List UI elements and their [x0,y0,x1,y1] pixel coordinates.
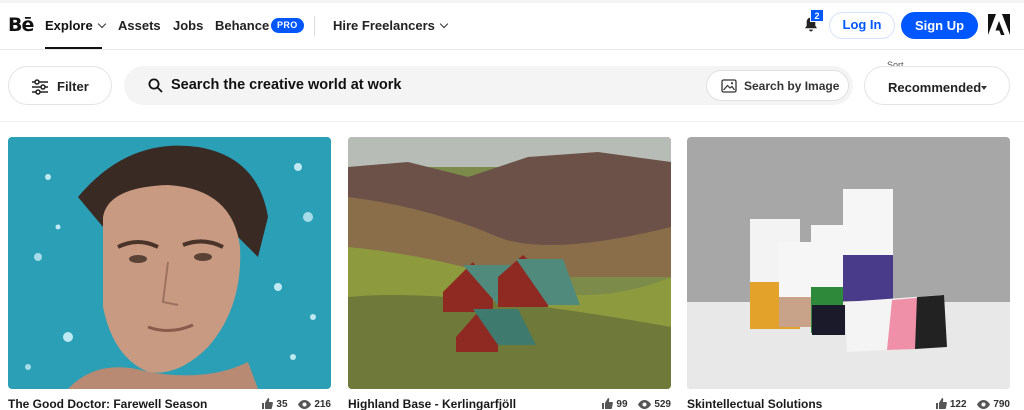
project-card[interactable]: The Good Doctor: Farewell Season 35 216 [8,137,331,410]
nav-assets[interactable]: Assets [118,18,161,34]
project-stats: 122 790 [927,398,1010,410]
project-title[interactable]: Skintellectual Solutions [687,397,822,410]
notification-count-badge[interactable]: 2 [810,9,824,22]
mosaic-portrait-image [8,137,331,389]
project-card[interactable]: Skintellectual Solutions 122 790 [687,137,1010,410]
nav-explore[interactable]: Explore [45,18,106,34]
search-by-image-button[interactable]: Search by Image [706,70,849,101]
nav-jobs[interactable]: Jobs [173,18,203,34]
project-thumbnail[interactable] [8,137,331,389]
project-thumbnail[interactable] [348,137,671,389]
login-button[interactable]: Log In [829,12,895,39]
adobe-logo[interactable] [988,14,1010,35]
eye-icon [638,400,652,409]
search-icon [148,78,163,93]
caret-down-icon [981,86,987,90]
filter-label: Filter [57,79,89,94]
top-navigation: Bē Explore Assets Jobs Behance PRO Hire … [0,0,1024,50]
filter-button[interactable]: Filter [8,66,112,105]
thumbs-up-icon [602,398,614,409]
image-icon [721,79,737,93]
search-bar[interactable]: Search by Image [124,66,853,105]
project-title[interactable]: Highland Base - Kerlingarfjöll [348,397,516,410]
project-stats: 35 216 [253,398,331,410]
view-count: 790 [993,399,1010,410]
signup-button[interactable]: Sign Up [901,12,978,39]
search-by-image-label: Search by Image [744,79,840,93]
thumbs-up-icon [935,398,947,409]
sort-dropdown[interactable]: Recommended [864,66,1010,105]
search-input[interactable] [171,75,691,95]
nav-explore-label: Explore [45,18,93,33]
active-nav-indicator [45,47,102,49]
sliders-icon [32,79,48,95]
view-count: 216 [314,399,331,410]
like-count: 122 [949,399,967,410]
behance-logo[interactable]: Bē [8,14,34,36]
nav-divider [314,16,315,36]
top-border [0,0,1024,3]
nav-hire-label: Hire Freelancers [333,18,435,33]
chevron-down-icon [439,19,449,29]
project-thumbnail[interactable] [687,137,1010,389]
nav-behance-pro[interactable]: Behance [215,18,269,34]
divider [0,121,1024,122]
view-count: 529 [654,399,671,410]
project-card[interactable]: Highland Base - Kerlingarfjöll 99 529 [348,137,671,410]
highland-landscape-image [348,137,671,389]
skincare-packaging-image [687,137,1010,389]
like-count: 35 [276,399,288,410]
pro-badge[interactable]: PRO [271,18,304,33]
sort-value: Recommended [888,80,982,95]
project-title[interactable]: The Good Doctor: Farewell Season [8,397,207,410]
nav-hire-freelancers[interactable]: Hire Freelancers [333,18,449,34]
eye-icon [298,400,312,409]
eye-icon [977,400,991,409]
chevron-down-icon [97,19,106,29]
like-count: 99 [616,399,628,410]
thumbs-up-icon [262,398,274,409]
project-stats: 99 529 [593,398,671,410]
